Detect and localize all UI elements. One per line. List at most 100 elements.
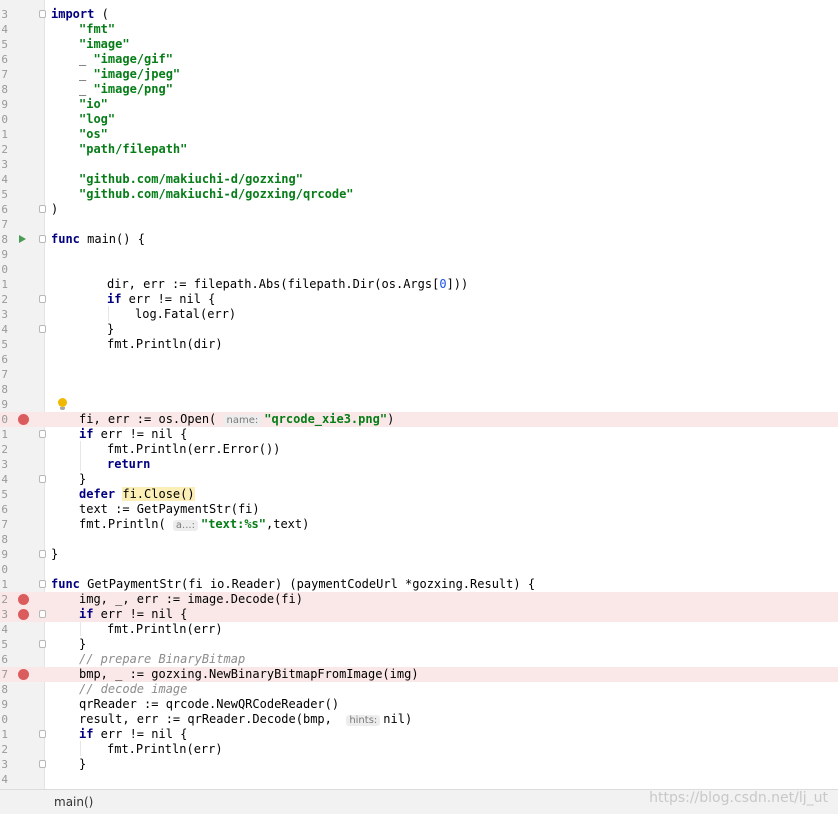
fold-icon[interactable] xyxy=(39,10,46,18)
code-line[interactable]: 1 "os" xyxy=(0,127,838,142)
breakpoint-icon[interactable] xyxy=(18,609,29,620)
code-line[interactable]: 8 func main() { xyxy=(0,232,838,247)
parameter-hint: a...: xyxy=(172,520,198,531)
code-text: if err != nil { xyxy=(79,607,188,621)
code-line[interactable]: 7 xyxy=(0,367,838,382)
token-keyword: return xyxy=(107,457,151,471)
code-line[interactable]: 3 log.Fatal(err) xyxy=(0,307,838,322)
token-string: "image/gif" xyxy=(93,52,173,66)
code-line[interactable]: 3 import ( xyxy=(0,7,838,22)
line-number: 3 xyxy=(1,308,8,321)
code-line[interactable]: 8 // decode image xyxy=(0,682,838,697)
fold-icon[interactable] xyxy=(39,235,46,243)
code-line[interactable]: 3 } xyxy=(0,757,838,772)
code-line[interactable]: 1 func GetPaymentStr(fi io.Reader) (paym… xyxy=(0,577,838,592)
code-line[interactable]: 7 _ "image/jpeg" xyxy=(0,67,838,82)
token-string: "qrcode_xie3.png" xyxy=(264,412,388,426)
code-line[interactable]: 0 xyxy=(0,562,838,577)
fold-icon[interactable] xyxy=(39,760,46,768)
line-number: 1 xyxy=(1,728,8,741)
code-line[interactable]: 0 result, err := qrReader.Decode(bmp, hi… xyxy=(0,712,838,727)
code-line[interactable]: 1 if err != nil { xyxy=(0,427,838,442)
line-number: 0 xyxy=(1,413,8,426)
code-line[interactable]: 0 "log" xyxy=(0,112,838,127)
code-line[interactable]: 1 if err != nil { xyxy=(0,727,838,742)
line-number: 3 xyxy=(1,8,8,21)
fold-icon[interactable] xyxy=(39,610,46,618)
code-text: } xyxy=(79,472,87,486)
code-line[interactable]: 7 fmt.Println( a...: "text:%s",text) xyxy=(0,517,838,532)
code-line[interactable]: 2 fmt.Println(err) xyxy=(0,742,838,757)
code-line[interactable]: 9 qrReader := qrcode.NewQRCodeReader() xyxy=(0,697,838,712)
code-line[interactable]: 4 xyxy=(0,772,838,787)
token-keyword: func xyxy=(51,232,80,246)
code-line[interactable]: 5 } xyxy=(0,637,838,652)
code-line[interactable]: 6 text := GetPaymentStr(fi) xyxy=(0,502,838,517)
code-line[interactable]: 8 _ "image/png" xyxy=(0,82,838,97)
code-line[interactable]: 3 return xyxy=(0,457,838,472)
intention-bulb-icon[interactable] xyxy=(58,398,67,410)
code-line[interactable]: 6 ) xyxy=(0,202,838,217)
token-keyword: if xyxy=(107,292,122,306)
code-line[interactable]: 5 "github.com/makiuchi-d/gozxing/qrcode" xyxy=(0,187,838,202)
fold-icon[interactable] xyxy=(39,325,46,333)
line-number: 3 xyxy=(1,158,8,171)
code-line[interactable]: 5 fmt.Println(dir) xyxy=(0,337,838,352)
code-line[interactable]: 4 } xyxy=(0,322,838,337)
code-line[interactable]: 5 defer fi.Close() xyxy=(0,487,838,502)
line-number: 1 xyxy=(1,278,8,291)
code-line[interactable]: 5 "image" xyxy=(0,37,838,52)
line-number: 0 xyxy=(1,713,8,726)
code-line[interactable]: 4 "fmt" xyxy=(0,22,838,37)
code-text: "os" xyxy=(79,127,108,142)
code-line[interactable]: 6 // prepare BinaryBitmap xyxy=(0,652,838,667)
code-line[interactable]: 2 fmt.Println(err.Error()) xyxy=(0,442,838,457)
code-editor[interactable]: 3 import ( 4 "fmt" 5 "image" 6 _ "image/… xyxy=(0,0,838,789)
code-line-breakpoint[interactable]: 7 bmp, _ := gozxing.NewBinaryBitmapFromI… xyxy=(0,667,838,682)
token-comment: // decode image xyxy=(79,682,188,696)
code-line-breakpoint[interactable]: 0 fi, err := os.Open( name: "qrcode_xie3.… xyxy=(0,412,838,427)
line-number: 8 xyxy=(1,533,8,546)
code-line[interactable]: 4 "github.com/makiuchi-d/gozxing" xyxy=(0,172,838,187)
token-string: "github.com/makiuchi-d/gozxing/qrcode" xyxy=(79,187,354,201)
code-line[interactable]: 2 "path/filepath" xyxy=(0,142,838,157)
breakpoint-icon[interactable] xyxy=(18,594,29,605)
breakpoint-icon[interactable] xyxy=(18,414,29,425)
fold-icon[interactable] xyxy=(39,430,46,438)
fold-icon[interactable] xyxy=(39,640,46,648)
code-text: fi, err := os.Open( name: "qrcode_xie3.pn… xyxy=(79,412,395,426)
code-line-breakpoint[interactable]: 2 img, _, err := image.Decode(fi) xyxy=(0,592,838,607)
code-text: "io" xyxy=(79,97,108,112)
code-line[interactable]: 6 xyxy=(0,352,838,367)
code-line[interactable]: 8 xyxy=(0,382,838,397)
code-text: result, err := qrReader.Decode(bmp, hint… xyxy=(79,712,413,726)
code-line[interactable]: 9 } xyxy=(0,547,838,562)
code-text: import ( xyxy=(51,7,109,21)
code-line[interactable]: 4 fmt.Println(err) xyxy=(0,622,838,637)
code-line[interactable]: 8 xyxy=(0,532,838,547)
fold-icon[interactable] xyxy=(39,475,46,483)
code-line[interactable]: 0 xyxy=(0,262,838,277)
line-number: 1 xyxy=(1,128,8,141)
code-line[interactable]: 6 _ "image/gif" xyxy=(0,52,838,67)
breadcrumb[interactable]: main() xyxy=(54,795,93,809)
code-line[interactable]: 3 xyxy=(0,157,838,172)
line-number: 5 xyxy=(1,188,8,201)
line-number: 4 xyxy=(1,473,8,486)
code-line[interactable]: 9 xyxy=(0,247,838,262)
token-keyword: if xyxy=(79,607,94,621)
fold-icon[interactable] xyxy=(39,295,46,303)
run-arrow-icon[interactable] xyxy=(19,235,26,243)
fold-icon[interactable] xyxy=(39,580,46,588)
fold-icon[interactable] xyxy=(39,550,46,558)
code-line[interactable]: 2 if err != nil { xyxy=(0,292,838,307)
breakpoint-icon[interactable] xyxy=(18,669,29,680)
fold-icon[interactable] xyxy=(39,205,46,213)
code-line[interactable]: 7 xyxy=(0,217,838,232)
fold-icon[interactable] xyxy=(39,730,46,738)
code-line[interactable]: 9 xyxy=(0,397,838,412)
code-line[interactable]: 1 dir, err := filepath.Abs(filepath.Dir(… xyxy=(0,277,838,292)
code-line-breakpoint[interactable]: 3 if err != nil { xyxy=(0,607,838,622)
code-line[interactable]: 4 } xyxy=(0,472,838,487)
code-line[interactable]: 9 "io" xyxy=(0,97,838,112)
